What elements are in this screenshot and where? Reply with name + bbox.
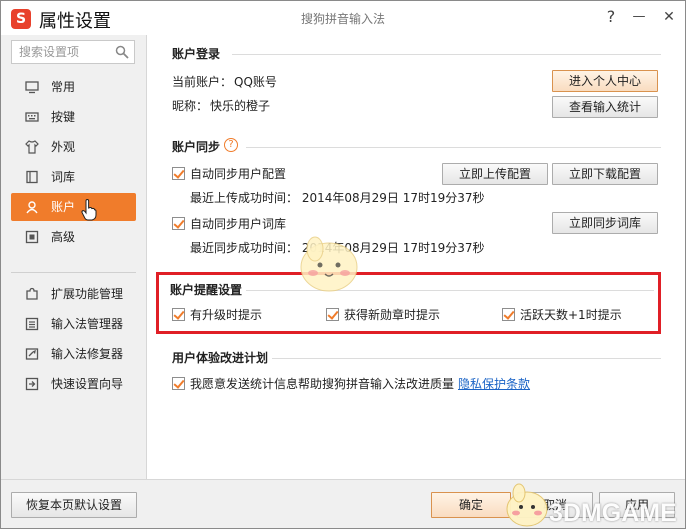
ux-agree-label: 我愿意发送统计信息帮助搜狗拼音输入法改进质量 — [190, 377, 455, 391]
sidebar: 搜索设置项 常用 按键 外观 词库 账户 高级 扩展功能管理 输入法管理器 输入… — [1, 35, 147, 479]
settings-window: S 属性设置 搜狗拼音输入法 ? — ✕ 搜索设置项 常用 按键 外观 词库 账… — [0, 0, 686, 529]
hand-cursor-icon — [81, 199, 97, 221]
medal-reminder-checkbox[interactable] — [326, 308, 339, 321]
sidebar-item-appearance[interactable]: 外观 — [11, 133, 136, 161]
section-title-reminders: 账户提醒设置 — [170, 283, 243, 297]
ux-agree-checkbox[interactable] — [172, 377, 185, 390]
user-icon — [26, 201, 38, 214]
sidebar-item-account[interactable]: 账户 — [11, 193, 136, 221]
watermark-text: 3DMGAME — [549, 499, 677, 527]
wizard-icon — [25, 377, 39, 391]
privacy-link[interactable]: 隐私保护条款 — [458, 375, 530, 392]
view-stats-button[interactable]: 查看输入统计 — [552, 96, 658, 118]
wrench-icon — [25, 348, 39, 360]
advanced-icon — [25, 230, 39, 244]
sidebar-item-common[interactable]: 常用 — [11, 73, 136, 101]
sidebar-item-advanced[interactable]: 高级 — [11, 223, 136, 251]
ok-button[interactable]: 确定 — [431, 492, 511, 518]
active-days-reminder-label: 活跃天数+1时提示 — [520, 308, 622, 322]
close-button[interactable]: ✕ — [657, 6, 681, 28]
search-input[interactable]: 搜索设置项 — [11, 40, 135, 64]
sidebar-item-label: 常用 — [51, 80, 76, 94]
window-title: 属性设置 — [39, 11, 111, 32]
puzzle-icon — [26, 287, 38, 300]
auto-sync-config-label: 自动同步用户配置 — [190, 167, 287, 181]
watermark-mascot-icon — [506, 483, 548, 527]
sidebar-item-label: 输入法管理器 — [51, 317, 124, 331]
sogou-logo-icon: S — [11, 9, 31, 29]
sidebar-divider — [11, 272, 136, 273]
sidebar-item-quick-wizard[interactable]: 快速设置向导 — [11, 370, 136, 398]
main-panel: 账户登录 当前账户： QQ账号 昵称： 快乐的橙子 进入个人中心 查看输入统计 … — [148, 35, 685, 479]
sidebar-item-extensions[interactable]: 扩展功能管理 — [11, 280, 136, 308]
sidebar-item-dictionary[interactable]: 词库 — [11, 163, 136, 191]
current-account-value: QQ账号 — [234, 75, 277, 89]
shirt-icon — [25, 140, 39, 154]
auto-sync-dict-checkbox[interactable] — [172, 217, 185, 230]
monitor-icon — [25, 81, 39, 94]
nickname-label: 昵称： — [172, 99, 209, 113]
last-upload-time: 最近上传成功时间： 2014年08月29日 17时19分37秒 — [190, 191, 485, 205]
search-placeholder: 搜索设置项 — [19, 45, 80, 59]
keyboard-icon — [25, 112, 39, 122]
sidebar-item-ime-repair[interactable]: 输入法修复器 — [11, 340, 136, 368]
help-button[interactable]: ? — [599, 6, 623, 28]
sync-dict-button[interactable]: 立即同步词库 — [552, 212, 658, 234]
sidebar-item-label: 输入法修复器 — [51, 347, 124, 361]
list-icon — [25, 317, 39, 331]
section-title-account-login: 账户登录 — [172, 47, 221, 61]
active-days-reminder-checkbox[interactable] — [502, 308, 515, 321]
nickname-value: 快乐的橙子 — [210, 99, 271, 113]
section-divider — [272, 358, 661, 359]
section-title-account-sync: 账户同步 — [172, 140, 221, 154]
sync-help-icon[interactable]: ? — [224, 138, 238, 152]
current-account-label: 当前账户： — [172, 75, 233, 89]
sidebar-item-label: 账户 — [51, 200, 76, 214]
sidebar-item-ime-manager[interactable]: 输入法管理器 — [11, 310, 136, 338]
sidebar-item-keys[interactable]: 按键 — [11, 103, 136, 131]
sidebar-item-label: 扩展功能管理 — [51, 287, 124, 301]
section-divider — [232, 54, 661, 55]
title-bar: S 属性设置 搜狗拼音输入法 ? — ✕ — [1, 1, 685, 35]
sidebar-item-label: 快速设置向导 — [51, 377, 124, 391]
personal-center-button[interactable]: 进入个人中心 — [552, 70, 658, 92]
upgrade-reminder-label: 有升级时提示 — [190, 308, 263, 322]
sidebar-item-label: 高级 — [51, 230, 76, 244]
sidebar-item-label: 词库 — [51, 170, 76, 184]
upload-config-button[interactable]: 立即上传配置 — [442, 163, 548, 185]
medal-reminder-label: 获得新勋章时提示 — [344, 308, 441, 322]
mascot-image — [300, 236, 358, 292]
app-name: 搜狗拼音输入法 — [301, 12, 386, 26]
auto-sync-config-checkbox[interactable] — [172, 167, 185, 180]
download-config-button[interactable]: 立即下载配置 — [552, 163, 658, 185]
sidebar-item-label: 外观 — [51, 140, 76, 154]
auto-sync-dict-label: 自动同步用户词库 — [190, 217, 287, 231]
section-divider — [246, 147, 661, 148]
minimize-button[interactable]: — — [627, 6, 651, 28]
section-title-ux-plan: 用户体验改进计划 — [172, 351, 269, 365]
book-icon — [26, 170, 38, 184]
search-icon[interactable] — [115, 45, 129, 59]
upgrade-reminder-checkbox[interactable] — [172, 308, 185, 321]
sidebar-item-label: 按键 — [51, 110, 76, 124]
restore-defaults-button[interactable]: 恢复本页默认设置 — [11, 492, 137, 518]
